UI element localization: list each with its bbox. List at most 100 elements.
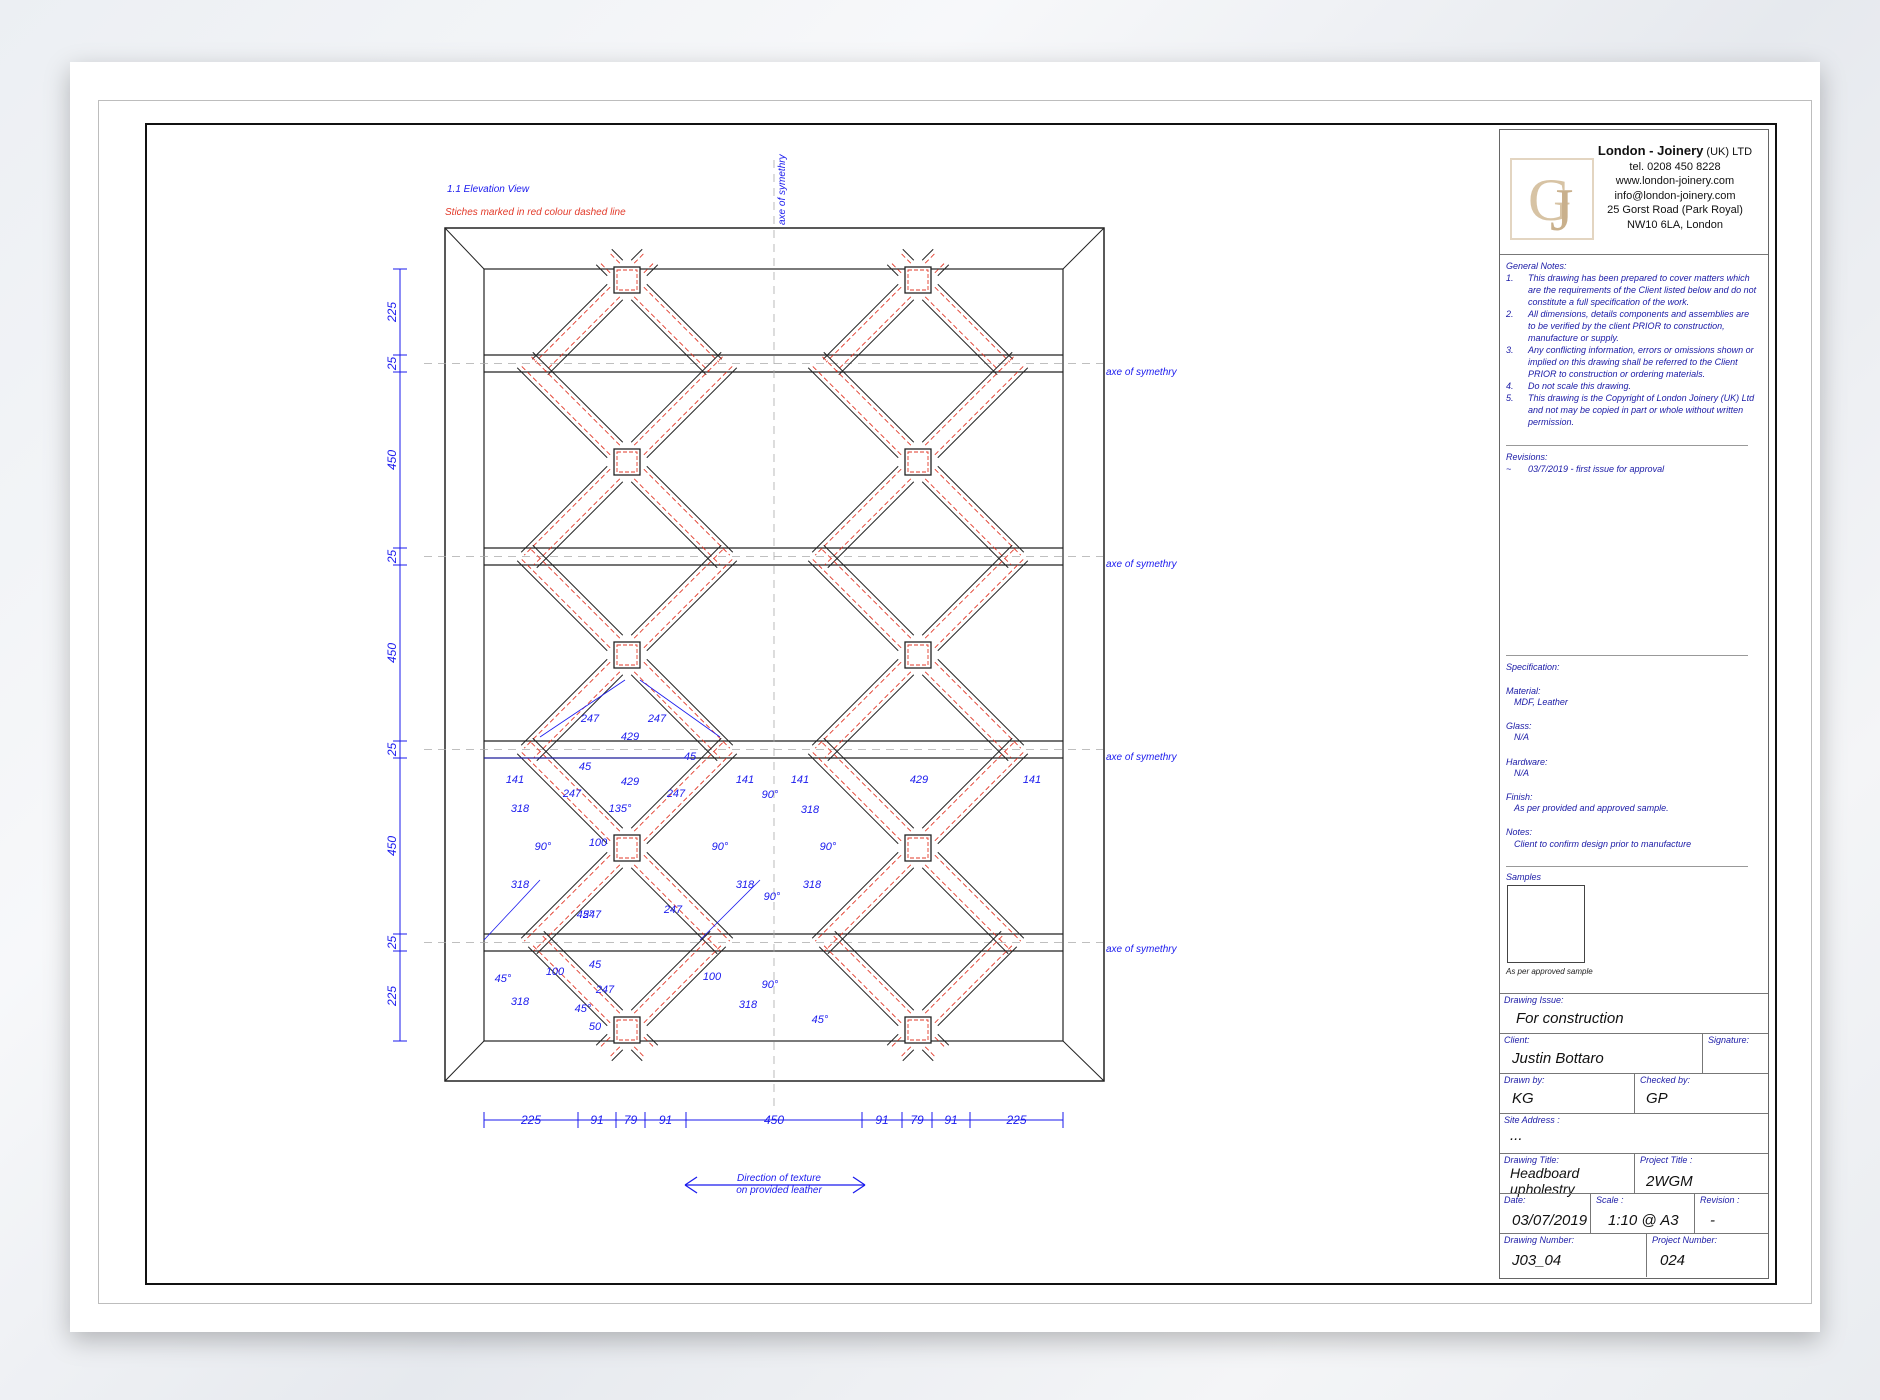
drawing-number-label: Drawing Number: xyxy=(1504,1235,1575,1245)
issue-label: Drawing Issue: xyxy=(1504,995,1564,1005)
detail-dimension: 141 xyxy=(1023,774,1041,786)
detail-dimension: 247 xyxy=(562,788,582,800)
stitch-line xyxy=(889,261,902,274)
drawing-number-value: J03_04 xyxy=(1512,1252,1562,1269)
divider xyxy=(1634,1153,1635,1193)
lattice-band-edge xyxy=(646,465,734,553)
axis-label-vertical: axe of symethry xyxy=(777,153,788,225)
node-square xyxy=(904,1016,932,1044)
revision-mark: ~ xyxy=(1506,464,1512,474)
stitch-line xyxy=(643,750,735,842)
lattice-band-edge xyxy=(630,248,643,261)
note-text: This drawing is the Copyright of London … xyxy=(1528,393,1755,427)
lattice-band-edge xyxy=(646,283,723,360)
note-item: 5. This drawing is the Copyright of Londo… xyxy=(1506,392,1758,428)
lattice-band-edge xyxy=(630,481,718,569)
detail-dimension: 141 xyxy=(736,774,754,786)
company-logo: G J xyxy=(1510,158,1594,240)
stitch-line xyxy=(533,864,621,952)
detail-dimension: 429 xyxy=(910,774,928,786)
company-email[interactable]: info@london-joinery.com xyxy=(1586,189,1764,204)
detail-line xyxy=(539,679,626,738)
stitch-line xyxy=(633,1046,646,1059)
project-number-label: Project Number: xyxy=(1652,1235,1718,1245)
finish-value: As per provided and approved sample. xyxy=(1514,803,1669,813)
lattice-band-edge xyxy=(818,946,899,1027)
dimension-label: 25 xyxy=(385,743,399,758)
divider xyxy=(1500,254,1768,255)
lattice-band-edge xyxy=(646,1033,659,1046)
lattice-band-edge xyxy=(630,930,711,1011)
site-address-label: Site Address : xyxy=(1504,1115,1560,1125)
node-square xyxy=(613,448,641,476)
company-suffix: (UK) LTD xyxy=(1703,146,1753,158)
client-value: Justin Bottaro xyxy=(1512,1050,1604,1067)
divider xyxy=(1500,1193,1768,1194)
lattice-band-edge xyxy=(827,674,915,762)
scale-label: Scale : xyxy=(1596,1195,1624,1205)
lattice-band-edge xyxy=(886,264,899,277)
dimension-label: 79 xyxy=(624,1113,638,1127)
detail-dimension: 318 xyxy=(803,879,822,891)
detail-dimension: 318 xyxy=(801,804,820,816)
note-number: 4. xyxy=(1506,381,1514,391)
stitch-line xyxy=(608,1046,621,1059)
lattice-band-edge xyxy=(937,658,1025,746)
company-address-1: 25 Gorst Road (Park Royal) xyxy=(1607,204,1743,216)
divider xyxy=(1694,1193,1695,1233)
stitch-line xyxy=(814,468,902,556)
detail-dimension: 45° xyxy=(495,973,512,985)
hardware-value: N/A xyxy=(1514,768,1530,778)
company-web[interactable]: www.london-joinery.com xyxy=(1586,174,1764,189)
stitch-line xyxy=(924,547,1016,639)
lattice-band-edge xyxy=(921,930,1002,1011)
stitch-line xyxy=(934,557,1026,649)
detail-line xyxy=(699,879,761,941)
dimension-label: 91 xyxy=(590,1113,603,1127)
stitch-line xyxy=(924,354,1016,446)
stitch-line xyxy=(820,547,912,639)
detail-dimension: 318 xyxy=(736,879,755,891)
detail-dimension: 247 xyxy=(647,713,667,725)
node-square xyxy=(904,641,932,669)
dimension-label: 25 xyxy=(385,550,399,565)
lattice-band-edge xyxy=(630,674,718,762)
stitch-line xyxy=(934,364,1026,456)
issue-value: For construction xyxy=(1516,1010,1624,1027)
stitch-line xyxy=(643,261,656,274)
note-text: All dimensions, details components and a… xyxy=(1528,309,1750,343)
axis-label-1: axe of symethry xyxy=(1106,367,1178,378)
stitch-line xyxy=(934,261,947,274)
stitch-line xyxy=(934,1036,947,1049)
lattice-band-edge xyxy=(536,481,624,569)
frame-mitre xyxy=(1062,227,1105,270)
stitch-line xyxy=(643,943,724,1024)
stitch-line xyxy=(810,557,902,649)
stitch-line xyxy=(643,286,720,363)
stitch-line xyxy=(643,557,735,649)
detail-dimension: 45 xyxy=(684,751,697,763)
note-item: 4. Do not scale this drawing. xyxy=(1506,380,1758,392)
detail-dimension: 50 xyxy=(589,1021,602,1033)
lattice-band-edge xyxy=(646,946,727,1027)
detail-dimension: 45° xyxy=(812,1014,829,1026)
stitch-line xyxy=(643,364,735,456)
checked-by-label: Checked by: xyxy=(1640,1075,1691,1085)
note-item: 3. Any conflicting information, errors or… xyxy=(1506,344,1758,380)
dimension-label: 225 xyxy=(385,302,399,323)
stitch-line xyxy=(825,286,902,363)
frame-mitre xyxy=(444,227,485,270)
divider xyxy=(1500,1033,1768,1034)
samples-label: Samples xyxy=(1506,872,1542,882)
detail-dimension: 247 xyxy=(595,984,615,996)
stitch-line xyxy=(608,251,621,264)
note-number: 1. xyxy=(1506,273,1514,283)
lattice-band-edge xyxy=(921,1049,934,1062)
lattice-band-edge xyxy=(834,930,915,1011)
divider xyxy=(1590,1193,1591,1233)
note-number: 3. xyxy=(1506,345,1514,355)
stitch-line xyxy=(924,671,1012,759)
stitch-line xyxy=(519,364,611,456)
detail-dimension: 45° xyxy=(577,909,594,921)
spec-notes-label: Notes: xyxy=(1506,827,1533,837)
